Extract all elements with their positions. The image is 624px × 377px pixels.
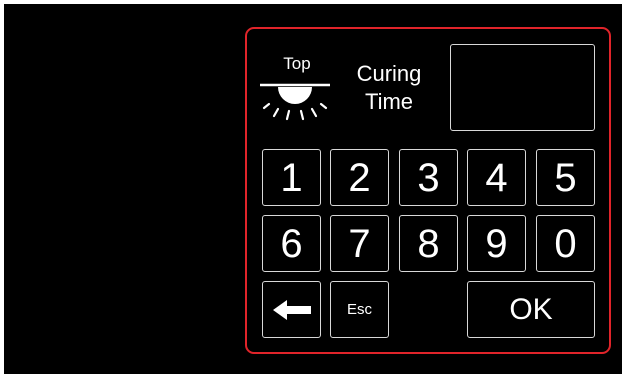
screen-title-line2: Time: [364, 89, 414, 114]
time-display: [450, 44, 595, 131]
key-0[interactable]: 0: [536, 215, 595, 272]
ok-button[interactable]: OK: [467, 281, 595, 338]
key-1[interactable]: 1: [262, 149, 321, 206]
key-2[interactable]: 2: [330, 149, 389, 206]
screen-title-line1: Curing: [356, 61, 422, 86]
left-arrow-icon: [272, 299, 311, 320]
key-8[interactable]: 8: [399, 215, 458, 272]
backspace-button[interactable]: [262, 281, 321, 338]
key-7[interactable]: 7: [330, 215, 389, 272]
key-6[interactable]: 6: [262, 215, 321, 272]
esc-button[interactable]: Esc: [330, 281, 389, 338]
key-5[interactable]: 5: [536, 149, 595, 206]
top-lamp-label: Top: [283, 54, 311, 73]
key-3[interactable]: 3: [399, 149, 458, 206]
key-4[interactable]: 4: [467, 149, 526, 206]
top-lamp-icon: [260, 83, 330, 121]
screen-title: Curing Time: [344, 60, 434, 116]
key-9[interactable]: 9: [467, 215, 526, 272]
